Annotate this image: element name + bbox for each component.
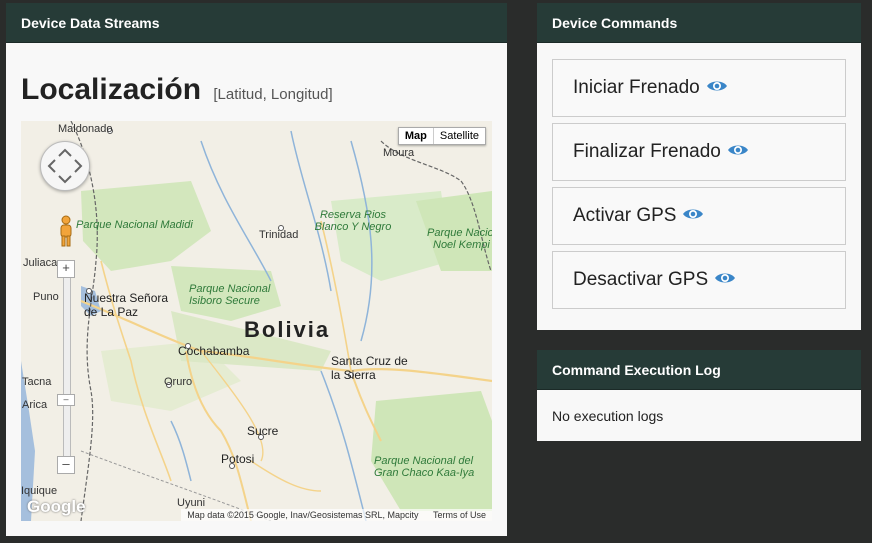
location-title-text: Localización <box>21 73 202 106</box>
map-label-juliaca: Juliaca <box>23 257 58 269</box>
map-label-trinidad: Trinidad <box>259 229 299 241</box>
command-iniciar-frenado[interactable]: Iniciar Frenado <box>552 59 846 117</box>
map-label-uyuni: Uyuni <box>177 497 206 509</box>
map-label-noel-b: Noel Kempi <box>433 239 490 251</box>
map-type-control: Map Satellite <box>397 127 486 145</box>
pegman-figure <box>60 215 72 247</box>
map-label-iquique: Iquique <box>21 485 58 497</box>
map-terms-link[interactable]: Terms of Use <box>433 510 486 520</box>
command-execution-log-panel: Command Execution Log No execution logs <box>537 350 861 441</box>
map-label-madidi: Parque Nacional Madidi <box>76 219 193 231</box>
eye-icon[interactable] <box>714 271 736 285</box>
pan-arrows-icon <box>47 148 83 184</box>
map-label-puno: Puno <box>33 291 59 303</box>
command-label: Desactivar GPS <box>573 269 709 290</box>
map-label-chaco-a: Parque Nacional del <box>374 455 474 467</box>
zoom-out-button[interactable]: – <box>57 456 75 474</box>
map-label-chaco-b: Gran Chaco Kaa-Iya <box>374 467 475 479</box>
map-label-isiboro: Parque Nacional Isiboro Secure <box>189 283 271 307</box>
map-label-tacna: Tacna <box>22 376 52 388</box>
eye-icon[interactable] <box>682 207 704 221</box>
map-label-santa-cruz: Santa Cruz de la Sierra <box>331 354 408 382</box>
command-label: Finalizar Frenado <box>573 141 721 162</box>
eye-icon[interactable] <box>727 143 749 157</box>
map-label-reserva: Reserva Rios Blanco Y Negro <box>314 209 392 233</box>
map-label-bolivia: Bolivia <box>244 317 331 342</box>
map-type-satellite-button[interactable]: Satellite <box>434 128 485 144</box>
pan-control-icon[interactable] <box>40 141 90 191</box>
google-logo: Google <box>27 497 86 516</box>
zoom-in-button[interactable]: + <box>57 260 75 278</box>
map-label-la-paz: Nuestra Señora de La Paz <box>84 291 169 319</box>
command-finalizar-frenado[interactable]: Finalizar Frenado <box>552 123 846 181</box>
zoom-slider-handle[interactable]: – <box>57 394 75 406</box>
map-label-oruro: Oruro <box>164 376 193 388</box>
zoom-slider-track[interactable] <box>63 267 71 469</box>
command-label: Iniciar Frenado <box>573 77 700 98</box>
panel-header-log: Command Execution Log <box>537 350 861 390</box>
map-attribution-text: Map data ©2015 Google, Inav/Geosistemas … <box>187 510 419 520</box>
command-activar-gps[interactable]: Activar GPS <box>552 187 846 245</box>
command-desactivar-gps[interactable]: Desactivar GPS <box>552 251 846 309</box>
map-label-potosi: Potosi <box>221 452 255 466</box>
device-data-streams-panel: Device Data Streams Localización [Latitu… <box>6 3 507 536</box>
map-label-noel-a: Parque Nacional <box>427 227 492 239</box>
map-attribution: Map data ©2015 Google, Inav/Geosistemas … <box>181 509 492 521</box>
command-label: Activar GPS <box>573 205 677 226</box>
eye-icon[interactable] <box>706 79 728 93</box>
map-label-moura: Moura <box>383 147 415 159</box>
map-label-maldonado: Maldonado <box>58 123 113 135</box>
log-empty-message: No execution logs <box>552 408 664 424</box>
panel-header-commands: Device Commands <box>537 3 861 43</box>
location-subtitle: [Latitud, Longitud] <box>213 86 333 103</box>
pegman-icon[interactable] <box>59 215 73 247</box>
panel-header-data-streams: Device Data Streams <box>6 3 507 43</box>
map-label-arica: Arica <box>22 399 48 411</box>
map-label-sucre: Sucre <box>247 424 279 438</box>
location-map[interactable]: Maldonado Moura Parque Nacional Madidi R… <box>21 121 492 521</box>
device-commands-panel: Device Commands Iniciar Frenado Finaliza… <box>537 3 861 330</box>
map-label-cochabamba: Cochabamba <box>178 344 250 358</box>
location-title: Localización [Latitud, Longitud] <box>21 73 333 107</box>
map-type-map-button[interactable]: Map <box>399 128 434 144</box>
